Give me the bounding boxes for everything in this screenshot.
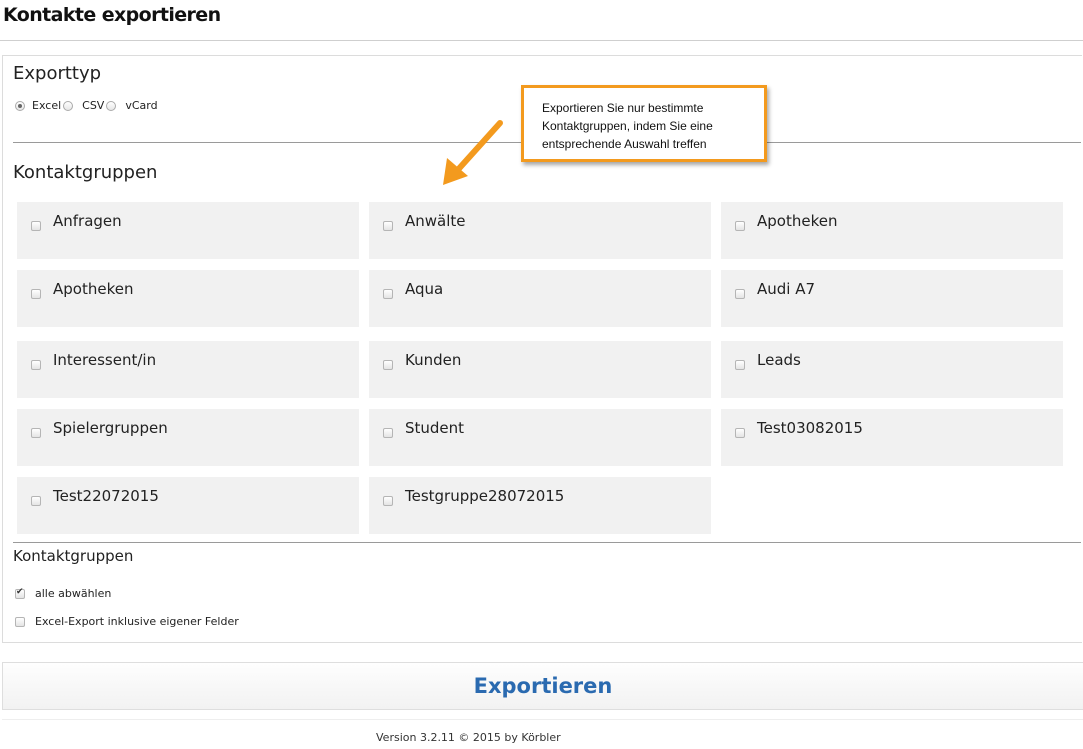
group-card[interactable]: Leads (721, 341, 1063, 398)
group-label: Interessent/in (53, 351, 157, 369)
group-checkbox[interactable] (735, 289, 745, 299)
version-footer: Version 3.2.11 © 2015 by Körbler (376, 731, 561, 744)
group-card[interactable]: Test22072015 (17, 477, 359, 534)
group-card[interactable]: Aqua (369, 270, 711, 327)
deselect-all-label: alle abwählen (35, 587, 112, 600)
group-checkbox[interactable] (31, 289, 41, 299)
group-card[interactable]: Audi A7 (721, 270, 1063, 327)
group-card[interactable]: Interessent/in (17, 341, 359, 398)
groups-heading: Kontaktgruppen (13, 162, 158, 183)
radio-vcard[interactable] (106, 100, 117, 111)
group-card[interactable]: Kunden (369, 341, 711, 398)
group-checkbox[interactable] (383, 496, 393, 506)
footer-divider (2, 719, 1083, 720)
group-card[interactable]: Apotheken (721, 202, 1063, 259)
group-checkbox[interactable] (383, 289, 393, 299)
group-label: Anwälte (405, 212, 466, 230)
export-button[interactable]: Exportieren (2, 662, 1083, 710)
export-type-heading: Exporttyp (13, 63, 102, 84)
group-label: Student (405, 419, 465, 437)
title-divider (0, 40, 1083, 41)
radio-csv[interactable] (63, 100, 74, 111)
group-card[interactable]: Testgruppe28072015 (369, 477, 711, 534)
options-divider (13, 542, 1081, 543)
group-card[interactable]: Student (369, 409, 711, 466)
custom-fields-checkbox[interactable] (15, 616, 25, 627)
group-label: Anfragen (53, 212, 122, 230)
custom-fields-option[interactable]: Excel-Export inklusive eigener Felder (15, 615, 239, 628)
page-title: Kontakte exportieren (3, 4, 221, 26)
radio-excel[interactable] (15, 100, 25, 111)
group-label: Audi A7 (757, 280, 816, 298)
radio-csv-label[interactable]: CSV (82, 99, 104, 112)
hint-tooltip: Exportieren Sie nur bestimmte Kontaktgru… (521, 85, 767, 162)
export-type-radios: Excel CSV vCard (15, 99, 162, 112)
group-card[interactable]: Test03082015 (721, 409, 1063, 466)
group-checkbox[interactable] (383, 428, 393, 438)
group-label: Test03082015 (757, 419, 863, 437)
group-label: Leads (757, 351, 801, 369)
group-label: Test22072015 (53, 487, 159, 505)
group-label: Spielergruppen (53, 419, 168, 437)
options-heading: Kontaktgruppen (13, 547, 134, 565)
group-label: Aqua (405, 280, 444, 298)
hint-arrow-icon (443, 120, 503, 185)
group-card[interactable]: Apotheken (17, 270, 359, 327)
group-checkbox[interactable] (735, 360, 745, 370)
group-label: Kunden (405, 351, 462, 369)
deselect-all-checkbox[interactable] (15, 587, 25, 599)
custom-fields-label: Excel-Export inklusive eigener Felder (35, 615, 239, 628)
group-checkbox[interactable] (31, 221, 41, 231)
group-label: Testgruppe28072015 (405, 487, 565, 505)
radio-excel-label[interactable]: Excel (32, 99, 61, 112)
group-checkbox[interactable] (31, 428, 41, 438)
group-card[interactable]: Anwälte (369, 202, 711, 259)
group-label: Apotheken (757, 212, 838, 230)
group-checkbox[interactable] (735, 221, 745, 231)
group-checkbox[interactable] (31, 360, 41, 370)
group-checkbox[interactable] (31, 496, 41, 506)
group-checkbox[interactable] (383, 360, 393, 370)
group-card[interactable]: Spielergruppen (17, 409, 359, 466)
group-label: Apotheken (53, 280, 134, 298)
group-checkbox[interactable] (383, 221, 393, 231)
deselect-all-option[interactable]: alle abwählen (15, 587, 111, 600)
groups-grid: Anfragen Anwälte Apotheken Apotheken Aqu… (17, 202, 1065, 534)
group-card[interactable]: Anfragen (17, 202, 359, 259)
group-checkbox[interactable] (735, 428, 745, 438)
radio-vcard-label[interactable]: vCard (125, 99, 157, 112)
